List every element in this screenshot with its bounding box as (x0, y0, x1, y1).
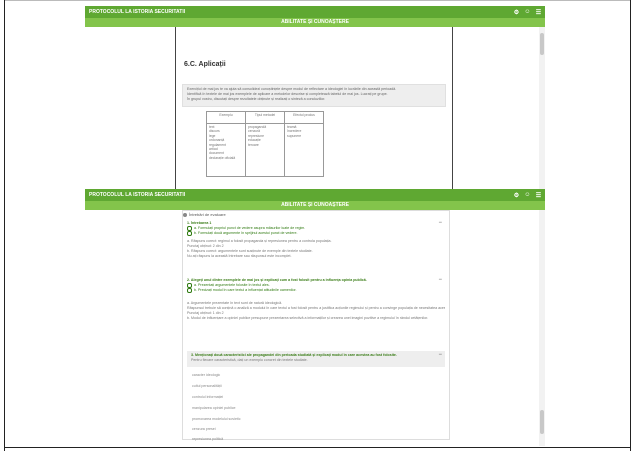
outer-frame-bottom (4, 447, 631, 448)
gear-icon[interactable]: ⚙ (512, 8, 521, 17)
collapse-toggle[interactable]: − (438, 352, 442, 358)
answer-line[interactable]: controlul informației (192, 395, 223, 399)
bullet-icon (183, 212, 187, 217)
answer-line[interactable]: promovarea modelului sovietic (192, 417, 241, 421)
brand-title[interactable]: PROTOCOLUL LA ISTORIA SECURITATII (89, 9, 512, 15)
exercise-table: Exemplu Tipul metodei Efectul produs tex… (206, 111, 324, 177)
screenshot-quiz-page: PROTOCOLUL LA ISTORIA SECURITATII ⚙ ☺ ☰ … (85, 189, 545, 446)
instruction-box: Exercițiul de mai jos te va ajuta să con… (182, 84, 446, 107)
question-1: 1. Întrebarea 1 − a. Formulați propriul … (187, 220, 445, 259)
outer-frame-left (4, 0, 5, 451)
partial-heading: Întrebări de evaluare (183, 212, 226, 217)
menu-icon[interactable]: ☰ (534, 191, 543, 200)
top-bar: PROTOCOLUL LA ISTORIA SECURITATII ⚙ ☺ ☰ (85, 189, 545, 201)
section-subheader: ABILITATE ȘI CUNOAȘTERE (85, 201, 545, 210)
option-label: b. Precizați modul în care textul a infl… (194, 288, 297, 292)
brand-title[interactable]: PROTOCOLUL LA ISTORIA SECURITATII (89, 192, 512, 198)
table-cell[interactable]: text discurs lege ordonanță regulament a… (206, 123, 246, 177)
table-cell[interactable]: teamă încredere supunere (284, 123, 324, 177)
option-label: b. Formulați două argumente în sprijinul… (194, 231, 298, 235)
radio-icon[interactable] (187, 288, 192, 293)
question-3: 3. Menționați două caracteristici ale pr… (187, 351, 445, 367)
radio-icon[interactable] (187, 231, 192, 236)
answer-line[interactable]: manipularea opiniei publice (192, 406, 236, 410)
feedback-line: Răspunsul trebuie să conțină o analiză a… (187, 306, 445, 310)
collapse-toggle[interactable]: − (438, 220, 442, 226)
partial-heading-text: Întrebări de evaluare (189, 212, 226, 217)
table-cell[interactable]: propagandă cenzură represiune educație t… (245, 123, 285, 177)
question-2: 2. Alegeți unul dintre exemplele de mai … (187, 277, 445, 321)
lesson-page: 6.C. Aplicații Exercițiul de mai jos te … (175, 27, 453, 190)
gear-icon[interactable]: ⚙ (512, 191, 521, 200)
scrollbar[interactable] (539, 27, 545, 190)
outer-frame-right (630, 0, 631, 451)
user-icon[interactable]: ☺ (523, 8, 532, 17)
section-title: 6.C. Aplicații (184, 61, 226, 68)
collapse-toggle[interactable]: − (438, 277, 442, 283)
answer-line[interactable]: represiunea politică (192, 437, 223, 441)
answer-line[interactable]: cultul personalității (192, 384, 222, 388)
feedback-line: Nu ați răspuns la această întrebare sau … (187, 254, 292, 258)
top-bar: PROTOCOLUL LA ISTORIA SECURITATII ⚙ ☺ ☰ (85, 6, 545, 18)
cell-line: teroare (248, 142, 259, 147)
scrollbar[interactable] (539, 210, 545, 446)
table-header: Efectul produs (284, 111, 324, 124)
answer-line[interactable]: cenzura presei (192, 427, 216, 431)
instruction-line: În grupul vostru, discutați despre rezul… (187, 97, 326, 101)
cell-line: declarație oficială (209, 155, 236, 160)
question-subtitle: Pentru fiecare caracteristică, dați un e… (191, 358, 308, 362)
user-icon[interactable]: ☺ (523, 191, 532, 200)
answer-line[interactable]: caracter ideologic (192, 373, 220, 377)
scrollbar-thumb[interactable] (540, 33, 544, 55)
menu-icon[interactable]: ☰ (534, 8, 543, 17)
table-header: Tipul metodei (245, 111, 285, 124)
screenshot-lesson-page: PROTOCOLUL LA ISTORIA SECURITATII ⚙ ☺ ☰ … (85, 6, 545, 190)
feedback-line: b. Modul de influențare a opiniei public… (187, 316, 429, 320)
quiz-page: Întrebări de evaluare 1. Întrebarea 1 − … (182, 210, 450, 441)
scrollbar-thumb[interactable] (540, 410, 544, 434)
section-subheader: ABILITATE ȘI CUNOAȘTERE (85, 18, 545, 27)
table-header: Exemplu (206, 111, 246, 124)
outer-frame-top (4, 0, 631, 1)
cell-line: supunere (287, 133, 302, 138)
